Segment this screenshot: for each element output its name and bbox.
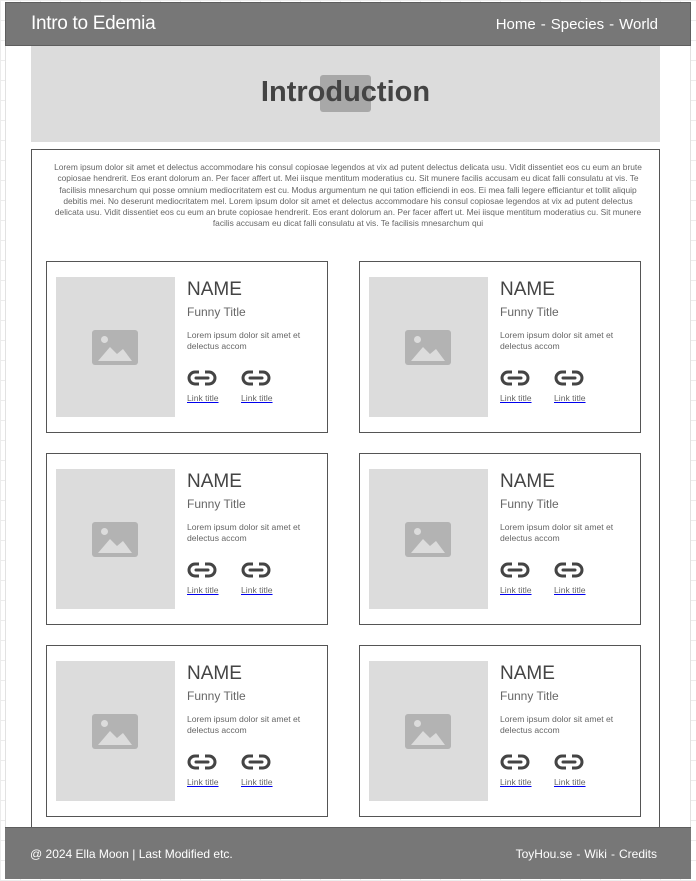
page-title: Introduction <box>260 76 431 108</box>
character-name: NAME <box>187 663 242 684</box>
footer-links: ToyHou.se - Wiki - Credits <box>516 847 657 861</box>
character-title: Funny Title <box>500 497 559 511</box>
character-name: NAME <box>187 471 242 492</box>
character-description: Lorem ipsum dolor sit amet et delectus a… <box>187 714 301 735</box>
character-card: NAME Funny Title Lorem ipsum dolor sit ame… <box>46 645 328 817</box>
image-placeholder-icon <box>405 714 451 749</box>
character-title: Funny Title <box>187 689 246 703</box>
character-image <box>56 277 175 417</box>
footer-separator: - <box>576 846 581 861</box>
card-link-label: Link title <box>241 393 273 403</box>
nav-separator: - <box>540 15 546 33</box>
card-link-label: Link title <box>500 585 532 595</box>
card-link-label: Link title <box>500 393 532 403</box>
top-bar: Intro to Edemia Home - Species - World <box>5 2 691 46</box>
footer-link-wiki[interactable]: Wiki <box>584 847 607 861</box>
card-link[interactable]: Link title <box>241 754 286 787</box>
card-link[interactable]: Link title <box>500 370 545 403</box>
card-link-label: Link title <box>241 585 273 595</box>
character-name: NAME <box>500 471 555 492</box>
character-name: NAME <box>500 279 555 300</box>
character-image <box>56 661 175 801</box>
character-description: Lorem ipsum dolor sit amet et delectus a… <box>500 714 614 735</box>
link-icon <box>500 370 545 386</box>
image-placeholder-icon <box>92 522 138 557</box>
character-card: NAME Funny Title Lorem ipsum dolor sit ame… <box>46 261 328 433</box>
card-link[interactable]: Link title <box>500 562 545 595</box>
card-link[interactable]: Link title <box>241 562 286 595</box>
character-card: NAME Funny Title Lorem ipsum dolor sit ame… <box>359 261 641 433</box>
character-description: Lorem ipsum dolor sit amet et delectus a… <box>187 330 301 351</box>
link-icon <box>500 562 545 578</box>
link-icon <box>554 562 599 578</box>
character-image <box>369 469 488 609</box>
image-placeholder-icon <box>405 330 451 365</box>
link-icon <box>554 370 599 386</box>
main-nav: Home - Species - World <box>496 16 658 33</box>
footer: @ 2024 Ella Moon | Last Modified etc. To… <box>5 827 691 879</box>
nav-link-world[interactable]: World <box>619 16 658 33</box>
link-icon <box>554 754 599 770</box>
card-link[interactable]: Link title <box>241 370 286 403</box>
card-link-label: Link title <box>500 777 532 787</box>
character-description: Lorem ipsum dolor sit amet et delectus a… <box>500 522 614 543</box>
nav-link-home[interactable]: Home <box>496 16 536 33</box>
link-icon <box>500 754 545 770</box>
footer-link-toyhouse[interactable]: ToyHou.se <box>516 847 573 861</box>
image-placeholder-icon <box>405 522 451 557</box>
footer-link-credits[interactable]: Credits <box>619 847 657 861</box>
card-link-label: Link title <box>554 585 586 595</box>
character-title: Funny Title <box>187 305 246 319</box>
card-link-label: Link title <box>554 393 586 403</box>
link-icon <box>187 754 232 770</box>
card-link-label: Link title <box>554 777 586 787</box>
nav-link-species[interactable]: Species <box>551 16 604 33</box>
character-card: NAME Funny Title Lorem ipsum dolor sit ame… <box>46 453 328 625</box>
card-link[interactable]: Link title <box>554 754 599 787</box>
footer-separator: - <box>610 846 615 861</box>
card-link[interactable]: Link title <box>187 370 232 403</box>
character-title: Funny Title <box>500 305 559 319</box>
character-name: NAME <box>500 663 555 684</box>
hero-banner: Introduction <box>31 46 660 142</box>
link-icon <box>241 370 286 386</box>
card-link-label: Link title <box>187 777 219 787</box>
footer-credit: @ 2024 Ella Moon | Last Modified etc. <box>30 846 233 861</box>
card-link-label: Link title <box>187 393 219 403</box>
card-link[interactable]: Link title <box>554 370 599 403</box>
character-image <box>369 661 488 801</box>
card-link[interactable]: Link title <box>187 754 232 787</box>
site-title[interactable]: Intro to Edemia <box>31 13 156 35</box>
link-icon <box>187 370 232 386</box>
character-name: NAME <box>187 279 242 300</box>
image-placeholder-icon <box>92 714 138 749</box>
card-link-label: Link title <box>241 777 273 787</box>
nav-separator: - <box>609 15 615 33</box>
character-image <box>369 277 488 417</box>
card-link[interactable]: Link title <box>187 562 232 595</box>
link-icon <box>241 562 286 578</box>
character-image <box>56 469 175 609</box>
link-icon <box>241 754 286 770</box>
character-card: NAME Funny Title Lorem ipsum dolor sit ame… <box>359 645 641 817</box>
character-title: Funny Title <box>187 497 246 511</box>
link-icon <box>187 562 232 578</box>
character-description: Lorem ipsum dolor sit amet et delectus a… <box>500 330 614 351</box>
character-title: Funny Title <box>500 689 559 703</box>
character-card: NAME Funny Title Lorem ipsum dolor sit ame… <box>359 453 641 625</box>
character-description: Lorem ipsum dolor sit amet et delectus a… <box>187 522 301 543</box>
card-link[interactable]: Link title <box>554 562 599 595</box>
intro-paragraph: Lorem ipsum dolor sit amet et delectus a… <box>54 162 642 229</box>
image-placeholder-icon <box>92 330 138 365</box>
card-link[interactable]: Link title <box>500 754 545 787</box>
card-link-label: Link title <box>187 585 219 595</box>
